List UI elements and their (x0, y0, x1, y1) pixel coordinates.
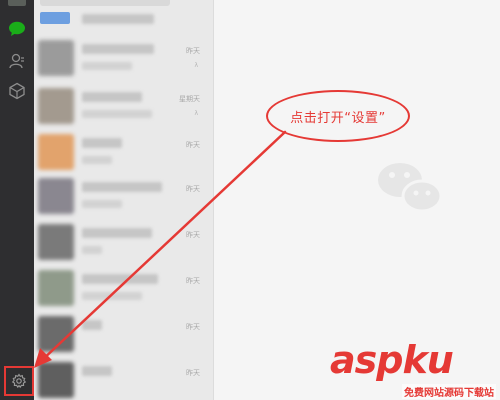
conversation-preview (82, 200, 122, 208)
conversation-time: 昨天 (186, 141, 200, 149)
conversation-preview (82, 62, 132, 70)
conversation-time: 昨天 (186, 277, 200, 285)
settings-highlight-box[interactable] (4, 366, 34, 396)
avatar (38, 316, 74, 352)
conversation-list: 昨天 λ 星期天 λ 昨天 昨天 昨天 昨天 昨天 昨天 (34, 0, 214, 400)
app-window: 昨天 λ 星期天 λ 昨天 昨天 昨天 昨天 昨天 昨天 点击打开“设置” as… (0, 0, 500, 400)
watermark-logo: aspku (330, 338, 454, 382)
conversation-name (82, 138, 122, 148)
avatar (38, 88, 74, 124)
avatar (38, 270, 74, 306)
list-item[interactable] (34, 2, 213, 32)
conversation-name (82, 274, 158, 284)
avatar (40, 12, 70, 24)
list-item[interactable]: 昨天 (34, 356, 213, 400)
conversation-name (82, 92, 142, 102)
conversation-note: λ (194, 62, 198, 69)
watermark-subtitle: 免费网站源码下载站 (402, 384, 496, 399)
conversation-name (82, 228, 152, 238)
watermark: aspku 免费网站源码下载站 (330, 338, 498, 399)
list-item[interactable]: 昨天 (34, 172, 213, 220)
conversation-preview (82, 156, 112, 164)
conversation-time: 昨天 (186, 369, 200, 377)
favorites-icon[interactable] (8, 82, 26, 100)
conversation-time: 星期天 (179, 95, 200, 103)
conversation-note: λ (194, 110, 198, 117)
conversation-time: 昨天 (186, 323, 200, 331)
conversation-name (82, 366, 112, 376)
conversation-time: 昨天 (186, 231, 200, 239)
conversation-name (82, 14, 154, 24)
conversation-name (82, 182, 162, 192)
list-item[interactable]: 昨天 (34, 218, 213, 266)
conversation-preview (82, 292, 142, 300)
contacts-icon[interactable] (8, 52, 26, 70)
settings-icon[interactable] (11, 373, 27, 389)
avatar (38, 40, 74, 76)
avatar (38, 224, 74, 260)
conversation-preview (82, 246, 102, 254)
annotation-callout: 点击打开“设置” (266, 90, 410, 142)
avatar (38, 362, 74, 398)
list-item[interactable]: 昨天 (34, 128, 213, 176)
conversation-time: 昨天 (186, 185, 200, 193)
nav-rail (0, 0, 34, 400)
list-item[interactable]: 昨天 λ (34, 34, 213, 82)
conversation-name (82, 320, 102, 330)
list-item[interactable]: 星期天 λ (34, 82, 213, 130)
list-item[interactable]: 昨天 (34, 310, 213, 358)
conversation-preview (82, 110, 152, 118)
chat-icon[interactable] (8, 20, 26, 38)
conversation-name (82, 44, 154, 54)
annotation-text: 点击打开“设置” (290, 110, 386, 126)
conversation-time: 昨天 (186, 47, 200, 55)
user-avatar[interactable] (8, 0, 26, 6)
avatar (38, 134, 74, 170)
list-item[interactable]: 昨天 (34, 264, 213, 312)
wechat-logo-icon (376, 160, 446, 220)
avatar (38, 178, 74, 214)
